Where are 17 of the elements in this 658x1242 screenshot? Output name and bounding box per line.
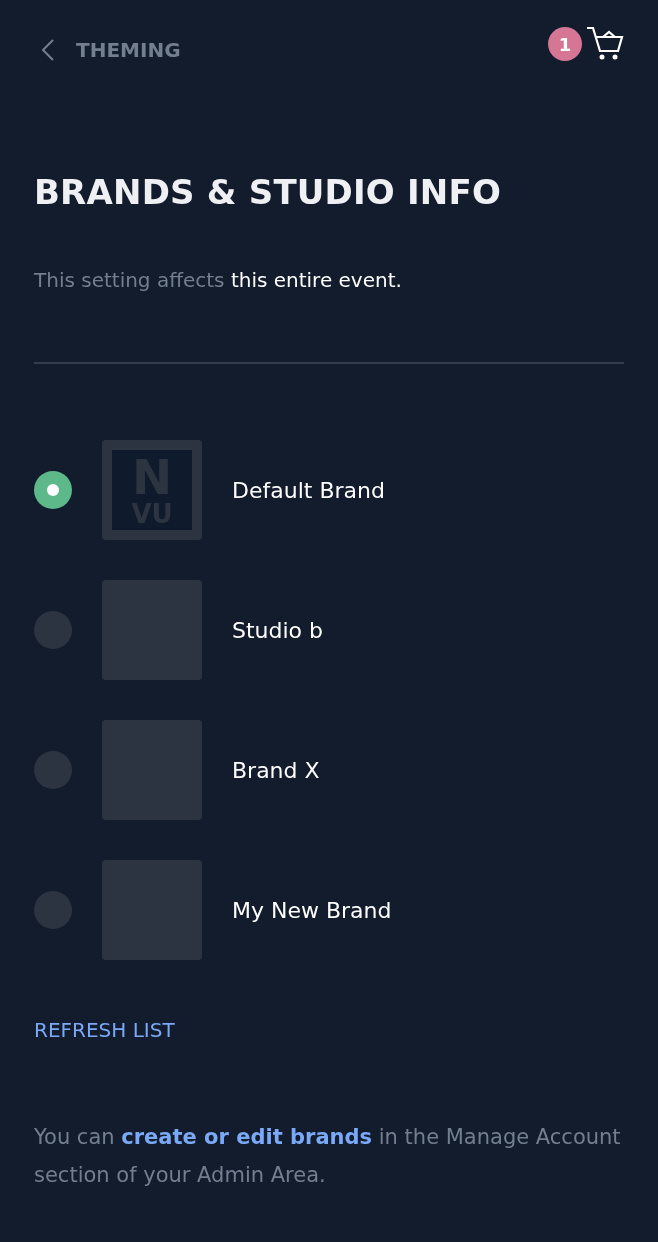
description: This setting affects this entire event. [34,268,403,292]
radio-button[interactable] [34,471,72,509]
refresh-list-link[interactable]: REFRESH LIST [34,1018,175,1042]
footer-note: You can create or edit brands in the Manage Account section of your Admin Area. [34,1124,622,1189]
cart-count-badge: 1 [548,27,582,61]
brand-name: Brand X [232,757,320,783]
brand-name: My New Brand [232,897,392,923]
page-title: BRANDS & STUDIO INFO [34,172,503,212]
brand-name: Studio b [232,617,324,643]
back-link[interactable]: THEMING [34,38,181,62]
create-edit-brands-link[interactable]: create or edit brands [121,1125,373,1149]
back-icon [42,39,54,61]
cart-icon[interactable] [586,26,624,62]
radio-button[interactable] [34,611,72,649]
radio-button[interactable] [34,891,72,929]
radio-button[interactable] [34,751,72,789]
brand-name: Default Brand [232,477,385,503]
